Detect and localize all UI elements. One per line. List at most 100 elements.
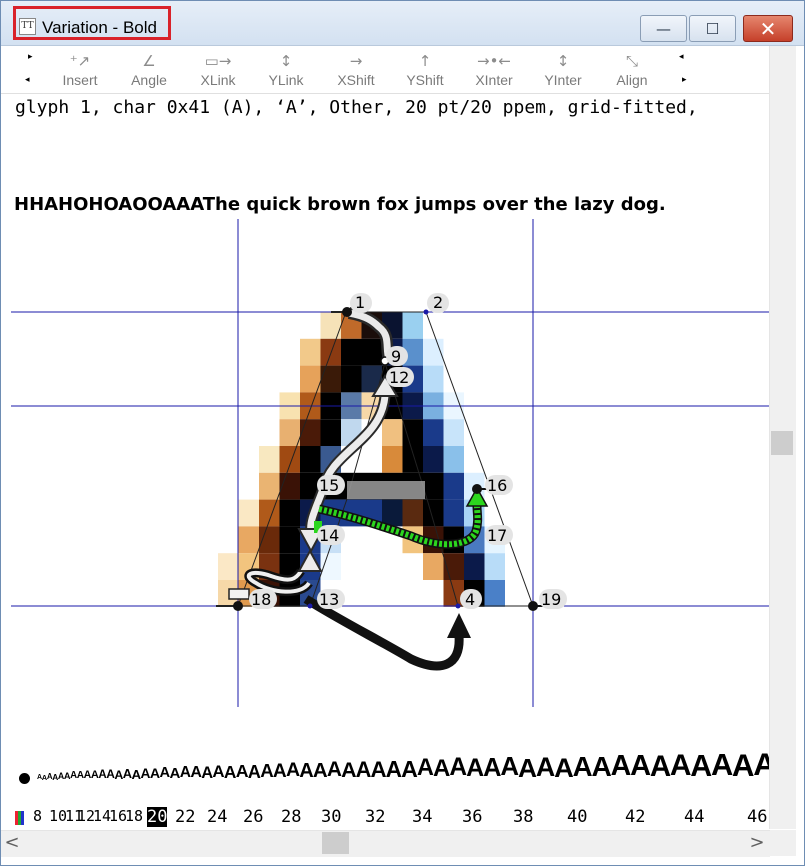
glyph-pixel [279, 446, 300, 473]
maximize-icon: ☐ [705, 19, 720, 38]
ppem-size-item[interactable]: 40 [567, 807, 587, 827]
waterfall-glyph: A [190, 764, 202, 781]
waterfall-glyph: A [731, 747, 755, 783]
glyph-pixel [279, 419, 300, 446]
control-point[interactable] [342, 307, 352, 317]
point-label: 19 [541, 590, 561, 609]
waterfall-glyph: A [630, 749, 652, 782]
tool-label: YInter [544, 72, 582, 88]
control-point[interactable] [423, 309, 429, 315]
tool-ylink[interactable]: ↕ YLink [256, 46, 316, 93]
ppem-size-item[interactable]: 34 [412, 807, 432, 827]
tool-xlink[interactable]: ▭→ XLink [188, 46, 248, 93]
waterfall-glyph: A [591, 750, 612, 782]
waterfall-glyph: A [669, 749, 692, 783]
glyph-pixel [484, 580, 505, 607]
glyph-pixel [218, 553, 239, 580]
tool-yshift[interactable]: ↑ YShift [395, 46, 455, 93]
ylink-icon: ↕ [279, 52, 293, 70]
glyph-pixel [238, 526, 259, 554]
xlink-arrow [303, 595, 464, 671]
tool-angle[interactable]: ∠ Angle [119, 46, 179, 93]
minimize-button[interactable]: — [640, 15, 687, 42]
toolbar-scroll-left-icon[interactable]: ◂ [25, 75, 30, 85]
glyph-info-line: glyph 1, char 0x41 (A), ‘A’, Other, 20 p… [15, 97, 698, 118]
point-label: 12 [389, 368, 409, 387]
waterfall-glyph: A [235, 761, 249, 782]
toolbar-scroll-right-icon[interactable]: ▸ [682, 75, 687, 85]
toolbar-scroll-up-icon[interactable]: ▸ [28, 52, 33, 62]
ppem-size-item[interactable]: 24 [207, 807, 227, 827]
glyph-pixel [341, 338, 362, 366]
ppem-size-item[interactable]: 8 [33, 807, 42, 825]
ppem-size-item[interactable]: 46 [747, 807, 767, 827]
waterfall-glyph: A [535, 752, 556, 783]
toolbar-scroll-left-icon[interactable]: ◂ [679, 52, 684, 62]
point-label: 9 [391, 347, 401, 366]
tool-label: Insert [62, 72, 98, 88]
point-label: 14 [319, 526, 339, 545]
glyph-pixel [443, 419, 464, 446]
glyph-pixel [382, 419, 403, 446]
glyph-pixel [300, 419, 321, 446]
xlink-icon: ▭→ [204, 52, 232, 70]
waterfall-glyph: A [753, 748, 770, 781]
ppem-size-item[interactable]: 30 [321, 807, 341, 827]
yinter-icon: ↕ [556, 52, 570, 70]
tool-insert[interactable]: ⁺↗ Insert [50, 46, 110, 93]
waterfall-glyph: A [326, 758, 342, 782]
waterfall-glyph: A [212, 762, 225, 782]
ppem-size-strip: 8 10 11 12 14 16 18 20 22 24 26 28 30 32 34 36 38 40 42 44 4… [1, 803, 770, 829]
xinter-icon: →•← [477, 52, 511, 70]
control-point[interactable] [307, 603, 313, 609]
glyph-pixel [320, 419, 341, 446]
waterfall-glyph: A [554, 751, 574, 783]
align-icon: ⤡ [625, 52, 638, 70]
tool-xinter[interactable]: →•← XInter [464, 46, 524, 93]
horizontal-scrollbar[interactable] [1, 830, 770, 857]
ppem-size-item[interactable]: 22 [175, 807, 195, 827]
control-point[interactable] [455, 603, 461, 609]
ppem-size-item[interactable]: 18 [125, 807, 143, 825]
close-button[interactable]: ✕ [743, 15, 793, 42]
waterfall-glyph: A [416, 755, 434, 782]
tool-yinter[interactable]: ↕ YInter [533, 46, 593, 93]
window-title: Variation - Bold [42, 18, 157, 37]
title-bar[interactable]: TT Variation - Bold — ☐ ✕ [1, 1, 804, 46]
glyph-pixel [484, 553, 505, 580]
ppem-size-item[interactable]: 32 [365, 807, 385, 827]
ppem-size-item[interactable]: 44 [684, 807, 704, 827]
ppem-size-item[interactable]: 38 [513, 807, 533, 827]
waterfall-glyph: A [312, 758, 328, 782]
control-point[interactable] [233, 601, 243, 611]
glyph-canvas[interactable]: 1 2 9 12 15 16 14 17 18 13 4 19 [1, 219, 769, 709]
close-icon: ✕ [759, 16, 777, 41]
tool-align[interactable]: ⤡ Align [602, 46, 662, 93]
ppem-size-item[interactable]: 28 [281, 807, 301, 827]
waterfall-glyph: A [370, 756, 387, 782]
waterfall-glyph: A [169, 764, 181, 782]
waterfall-glyph: A [432, 754, 451, 782]
glyph-pixel [361, 338, 382, 366]
glyph-pixel [464, 553, 485, 580]
glyph-pixel [423, 553, 444, 580]
glyph-pixel [443, 472, 464, 500]
size-waterfall: AAAAAAAAAAAAAAAAAAAAAAAAAAAAAAAAAAAAAAAA… [15, 741, 770, 791]
size-grip[interactable] [770, 830, 796, 856]
tool-xshift[interactable]: → XShift [326, 46, 386, 93]
glyph-pixel [443, 446, 464, 473]
horizontal-scroll-thumb[interactable] [322, 832, 349, 854]
waterfall-glyph: A [500, 753, 520, 782]
maximize-button[interactable]: ☐ [689, 15, 736, 42]
scroll-left-icon[interactable]: < [1, 830, 23, 856]
scroll-right-icon[interactable]: > [746, 830, 768, 856]
glyph-pixel [423, 419, 444, 446]
point-label: 18 [251, 590, 271, 609]
vertical-scroll-thumb[interactable] [771, 431, 793, 455]
ppem-size-item[interactable]: 36 [462, 807, 482, 827]
ppem-size-item[interactable]: 20 [147, 807, 168, 827]
ppem-size-item[interactable]: 26 [243, 807, 263, 827]
crossbar-highlight [347, 481, 425, 499]
glyph-pixel [259, 446, 280, 473]
ppem-size-item[interactable]: 42 [625, 807, 645, 827]
